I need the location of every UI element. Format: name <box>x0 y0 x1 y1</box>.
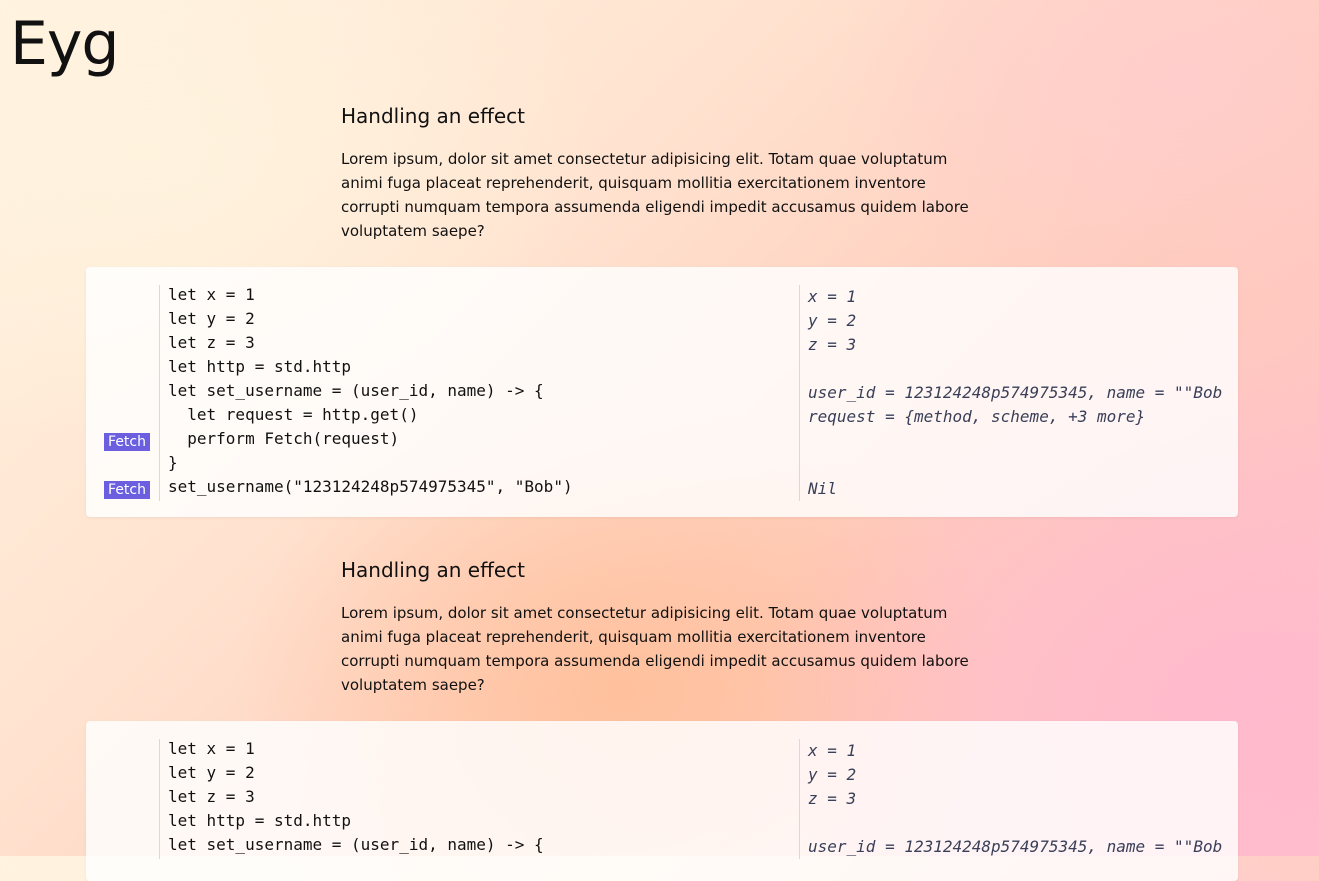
code-line[interactable]: let request = http.get() <box>168 403 798 427</box>
code-line[interactable]: set_username("123124248p574975345", "Bob… <box>168 475 798 499</box>
code-input[interactable]: let x = 1 let y = 2 let z = 3 let http =… <box>168 737 798 857</box>
gutter-line <box>86 835 159 859</box>
result-line: y = 2 <box>808 765 857 784</box>
result-line <box>800 453 1238 477</box>
gutter-line <box>86 811 159 835</box>
evaluation-results: x = 1 y = 2 z = 3 user_id = 123124248p57… <box>799 285 1238 501</box>
code-line[interactable]: let x = 1 <box>168 737 798 761</box>
result-line: z = 3 <box>808 335 857 354</box>
code-line[interactable]: let http = std.http <box>168 355 798 379</box>
result-line <box>800 811 1238 835</box>
code-line[interactable]: let z = 3 <box>168 785 798 809</box>
result-line: user_id = 123124248p574975345, name = ""… <box>808 383 1223 402</box>
app-title: Eyg <box>10 9 120 79</box>
section-heading: Handling an effect <box>341 558 526 582</box>
effects-gutter <box>86 739 160 859</box>
gutter-line <box>86 309 159 333</box>
section-description: Lorem ipsum, dolor sit amet consectetur … <box>341 150 969 240</box>
result-line: z = 3 <box>808 789 857 808</box>
fetch-effect-badge: Fetch <box>104 432 150 451</box>
result-line: x = 1 <box>808 741 857 760</box>
gutter-line <box>86 405 159 429</box>
gutter-line <box>86 787 159 811</box>
code-line[interactable]: let y = 2 <box>168 761 798 785</box>
gutter-line <box>86 739 159 763</box>
result-line: user_id = 123124248p574975345, name = ""… <box>808 837 1223 856</box>
gutter-line <box>86 381 159 405</box>
code-editor-card[interactable]: Fetch Fetch let x = 1 let y = 2 let z = … <box>86 267 1238 517</box>
gutter-line <box>86 285 159 309</box>
code-line[interactable]: let y = 2 <box>168 307 798 331</box>
section-heading: Handling an effect <box>341 104 526 128</box>
effects-gutter: Fetch Fetch <box>86 285 160 501</box>
gutter-line <box>86 333 159 357</box>
code-line[interactable]: } <box>168 451 798 475</box>
code-line[interactable]: let x = 1 <box>168 283 798 307</box>
gutter-line <box>86 453 159 477</box>
code-line[interactable]: let z = 3 <box>168 331 798 355</box>
code-editor-card[interactable]: let x = 1 let y = 2 let z = 3 let http =… <box>86 721 1238 881</box>
gutter-line: Fetch <box>86 477 159 501</box>
gutter-line <box>86 763 159 787</box>
code-line[interactable]: let set_username = (user_id, name) -> { <box>168 379 798 403</box>
result-line: Nil <box>808 479 837 498</box>
code-line[interactable]: let set_username = (user_id, name) -> { <box>168 833 798 857</box>
result-line: x = 1 <box>808 287 857 306</box>
result-line: y = 2 <box>808 311 857 330</box>
fetch-effect-badge: Fetch <box>104 480 150 499</box>
code-line[interactable]: let http = std.http <box>168 809 798 833</box>
section-description: Lorem ipsum, dolor sit amet consectetur … <box>341 604 969 694</box>
result-line: request = {method, scheme, +3 more} <box>808 407 1146 426</box>
result-line <box>800 429 1238 453</box>
gutter-line: Fetch <box>86 429 159 453</box>
gutter-line <box>86 357 159 381</box>
code-line[interactable]: perform Fetch(request) <box>168 427 798 451</box>
code-input[interactable]: let x = 1 let y = 2 let z = 3 let http =… <box>168 283 798 499</box>
result-line <box>800 357 1238 381</box>
evaluation-results: x = 1 y = 2 z = 3 user_id = 123124248p57… <box>799 739 1238 859</box>
